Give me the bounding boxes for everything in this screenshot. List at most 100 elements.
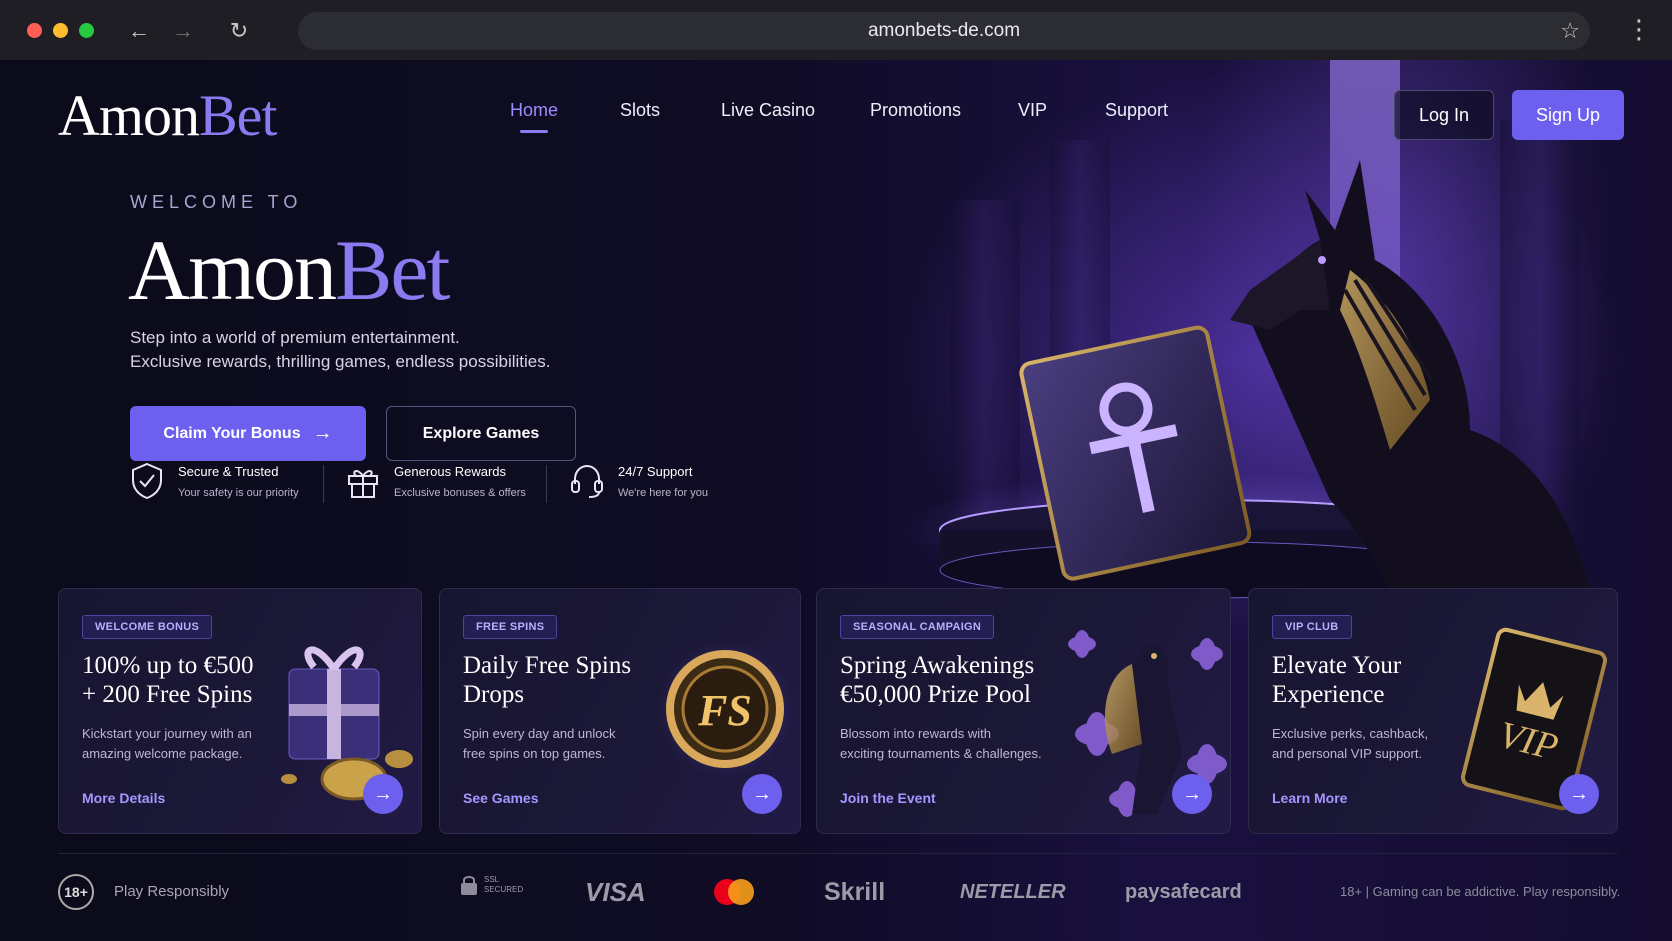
nav-promotions[interactable]: Promotions [870, 100, 961, 121]
lock-icon [461, 876, 477, 895]
login-button[interactable]: Log In [1394, 90, 1494, 140]
bookmark-star-icon[interactable]: ☆ [1560, 19, 1580, 43]
see-games-link[interactable]: See Games [463, 790, 539, 806]
feature-subtitle: Your safety is our priority [178, 486, 299, 499]
card-description: Exclusive perks, cashback, and personal V… [1272, 724, 1428, 764]
back-arrow-icon[interactable]: ← [124, 16, 154, 46]
arrow-right-icon[interactable]: → [742, 774, 782, 814]
feature-support: 24/7 Support We're here for you [570, 462, 708, 500]
card-title-line1: Daily Free Spins [463, 652, 632, 679]
card-desc-line2: and personal VIP support. [1272, 746, 1423, 761]
maximize-window-button[interactable] [79, 23, 94, 38]
feature-title: Secure & Trusted [178, 463, 279, 479]
fs-coin-illustration: FS [657, 641, 793, 777]
close-window-button[interactable] [27, 23, 42, 38]
feature-secure: Secure & Trusted Your safety is our prior… [130, 462, 299, 500]
card-desc-line1: Spin every day and unlock [463, 726, 616, 741]
responsible-gaming-disclaimer: 18+ | Gaming can be addictive. Play resp… [1340, 884, 1621, 899]
feature-title: 24/7 Support [618, 463, 693, 479]
card-description: Blossom into rewards with exciting tourna… [840, 724, 1042, 764]
nav-support[interactable]: Support [1105, 100, 1168, 121]
browser-menu-icon[interactable]: ⋮ [1626, 14, 1652, 45]
promo-card-welcome[interactable]: WELCOME BONUS 100% up to €500 + 200 Free … [58, 588, 422, 834]
card-description: Spin every day and unlock free spins on t… [463, 724, 615, 764]
explore-games-button[interactable]: Explore Games [386, 406, 576, 461]
learn-more-link[interactable]: Learn More [1272, 790, 1347, 806]
fs-coin-text: FS [697, 686, 752, 735]
nav-home[interactable]: Home [510, 100, 558, 133]
hero-subtitle-line2: Exclusive rewards, thrilling games, endl… [130, 352, 551, 371]
minimize-window-button[interactable] [53, 23, 68, 38]
secured-text: SECURED [484, 885, 524, 894]
forward-arrow-icon[interactable]: → [168, 16, 198, 46]
browser-toolbar: ← → ↻ amonbets-de.com ☆ ⋮ [0, 0, 1672, 60]
card-desc-line2: free spins on top games. [463, 746, 606, 761]
join-event-link[interactable]: Join the Event [840, 790, 936, 806]
nav-slots[interactable]: Slots [620, 100, 660, 121]
address-bar[interactable]: amonbets-de.com ☆ [298, 12, 1590, 50]
card-title-line2: €50,000 Prize Pool [840, 681, 1031, 708]
skrill-logo: Skrill [824, 877, 886, 906]
hero-eyebrow: WELCOME TO [130, 192, 303, 212]
gift-icon [348, 470, 378, 498]
mastercard-logo [712, 874, 756, 910]
arrow-right-icon[interactable]: → [363, 774, 403, 814]
card-title-line2: Experience [1272, 681, 1385, 708]
claim-bonus-label: Claim Your Bonus [163, 424, 301, 442]
ssl-text: SSL [484, 875, 500, 884]
card-desc-line2: exciting tournaments & challenges. [840, 746, 1042, 761]
feature-divider [323, 465, 324, 503]
card-title-line1: 100% up to €500 [82, 652, 254, 679]
card-title: Elevate Your Experience [1272, 651, 1401, 709]
age-18-icon: 18+ [58, 874, 94, 910]
promo-card-spring[interactable]: SEASONAL CAMPAIGN Spring Awakenings €50,0… [816, 588, 1231, 834]
card-badge: FREE SPINS [463, 615, 558, 639]
card-badge: VIP CLUB [1272, 615, 1352, 639]
arrow-right-icon[interactable]: → [1172, 774, 1212, 814]
footer-divider [58, 853, 1618, 854]
reload-icon[interactable]: ↻ [224, 16, 254, 46]
shield-check-icon [132, 462, 162, 500]
play-responsibly-link[interactable]: Play Responsibly [114, 883, 229, 900]
card-title-line2: Drops [463, 681, 525, 708]
hero-title-bet: Bet [335, 222, 450, 318]
card-desc-line1: Exclusive perks, cashback, [1272, 726, 1429, 741]
logo-text-amon: Amon [58, 83, 200, 148]
card-desc-line1: Kickstart your journey with an [82, 726, 252, 741]
card-title-line2: + 200 Free Spins [82, 681, 253, 708]
neteller-logo: NETELLER [960, 880, 1066, 903]
visa-logo: VISA [585, 876, 646, 907]
site-logo[interactable]: AmonBet [58, 82, 278, 149]
hero-subtitle-line1: Step into a world of premium entertainme… [130, 328, 460, 347]
card-badge: WELCOME BONUS [82, 615, 213, 639]
card-title-line1: Elevate Your [1272, 652, 1402, 679]
anubis-hero-illustration [900, 160, 1590, 599]
claim-bonus-button[interactable]: Claim Your Bonus → [130, 406, 366, 461]
feature-title: Generous Rewards [394, 463, 506, 479]
card-desc-line1: Blossom into rewards with [840, 726, 991, 741]
feature-divider [546, 465, 547, 503]
promo-card-free-spins[interactable]: FS FREE SPINS Daily Free Spins Drops Spin… [439, 588, 801, 834]
hero-title-amon: Amon [128, 222, 337, 318]
card-title: Daily Free Spins Drops [463, 651, 631, 709]
page: AmonBet Home Slots Live Casino Promotion… [0, 60, 1672, 941]
card-description: Kickstart your journey with an amazing we… [82, 724, 252, 764]
more-details-link[interactable]: More Details [82, 790, 165, 806]
headset-icon [571, 464, 603, 498]
nav-vip[interactable]: VIP [1018, 100, 1047, 121]
nav-live-casino[interactable]: Live Casino [721, 100, 815, 121]
feature-rewards: Generous Rewards Exclusive bonuses & offe… [346, 462, 526, 500]
arrow-right-icon: → [312, 422, 333, 444]
paysafecard-logo: paysafecard [1125, 880, 1242, 903]
card-badge: SEASONAL CAMPAIGN [840, 615, 995, 639]
logo-text-bet: Bet [199, 83, 278, 148]
promo-card-vip[interactable]: VIP VIP CLUB Elevate Your Experience Excl… [1248, 588, 1618, 834]
arrow-right-icon[interactable]: → [1559, 774, 1599, 814]
hero-title: AmonBet [128, 220, 450, 320]
feature-subtitle: Exclusive bonuses & offers [394, 486, 526, 499]
ssl-secured-badge: SSL SECURED [460, 874, 523, 896]
card-title-line1: Spring Awakenings [840, 652, 1035, 679]
card-desc-line2: amazing welcome package. [82, 746, 243, 761]
signup-button[interactable]: Sign Up [1512, 90, 1624, 140]
url-text: amonbets-de.com [867, 20, 1021, 41]
